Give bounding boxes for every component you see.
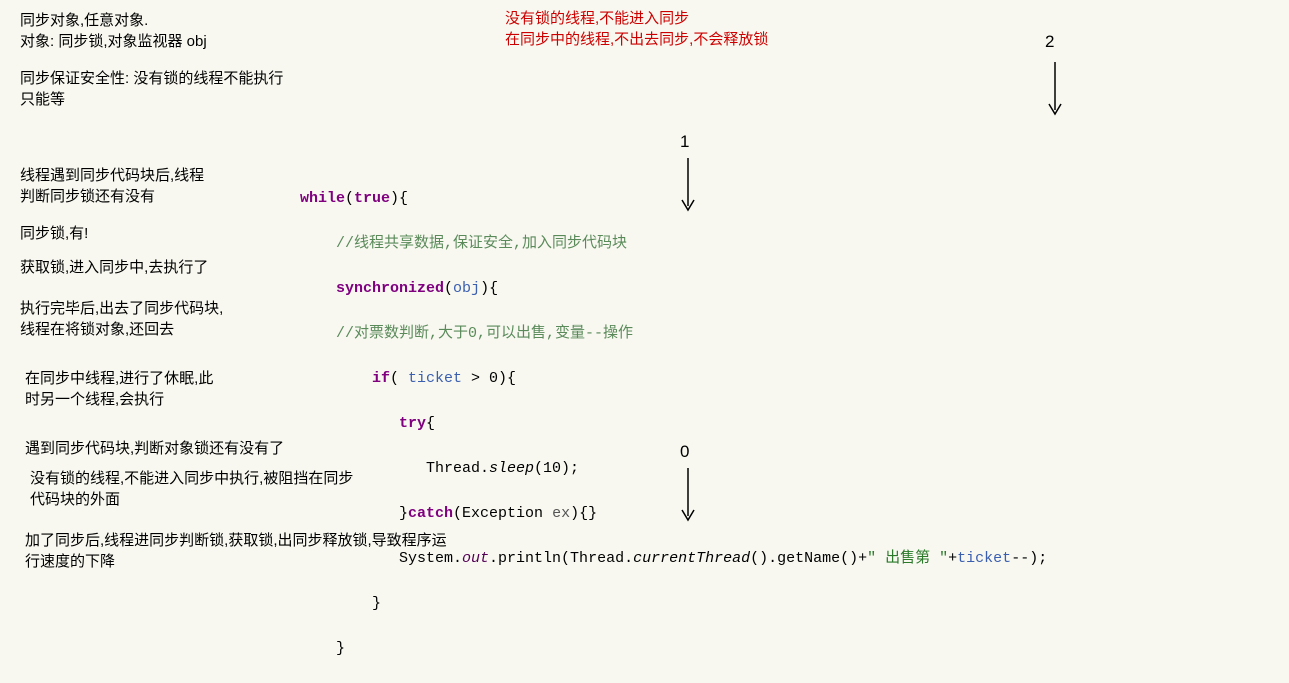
note-line: 遇到同步代码块,判断对象锁还有没有了 (25, 438, 284, 459)
note-line: 同步锁,有! (20, 223, 88, 244)
warning-line: 在同步中的线程,不出去同步,不会释放锁 (505, 29, 768, 50)
code-line: } (300, 638, 1047, 661)
warning-line: 没有锁的线程,不能进入同步 (505, 8, 768, 29)
warning-red-text: 没有锁的线程,不能进入同步 在同步中的线程,不出去同步,不会释放锁 (505, 8, 768, 50)
note-line: 执行完毕后,出去了同步代码块, (20, 298, 223, 319)
note-line: 只能等 (20, 89, 283, 110)
label-thread-1: 1 (680, 130, 689, 154)
note-encounter-check: 遇到同步代码块,判断对象锁还有没有了 (25, 438, 284, 459)
code-line: Thread.sleep(10); (300, 458, 1047, 481)
label-thread-0: 0 (680, 440, 689, 464)
code-line: if( ticket > 0){ (300, 368, 1047, 391)
arrow-down-icon (1045, 62, 1065, 117)
note-encounter-sync: 线程遇到同步代码块后,线程 判断同步锁还有没有 (20, 165, 204, 207)
note-line: 同步保证安全性: 没有锁的线程不能执行 (20, 68, 283, 89)
code-comment: //对票数判断,大于0,可以出售,变量--操作 (300, 323, 1047, 346)
note-line: 在同步中线程,进行了休眠,此 (25, 368, 213, 389)
note-line: 线程遇到同步代码块后,线程 (20, 165, 204, 186)
code-line: while(true){ (300, 188, 1047, 211)
code-line: System.out.println(Thread.currentThread(… (300, 548, 1047, 571)
note-sync-object: 同步对象,任意对象. 对象: 同步锁,对象监视器 obj (20, 10, 207, 52)
note-line: 对象: 同步锁,对象监视器 obj (20, 31, 207, 52)
code-line: try{ (300, 413, 1047, 436)
code-snippet: while(true){ //线程共享数据,保证安全,加入同步代码块 synch… (300, 165, 1047, 683)
code-line: } (300, 593, 1047, 616)
note-line: 同步对象,任意对象. (20, 10, 207, 31)
code-comment: //线程共享数据,保证安全,加入同步代码块 (300, 233, 1047, 256)
arrow-down-icon (678, 158, 698, 213)
note-after-exec: 执行完毕后,出去了同步代码块, 线程在将锁对象,还回去 (20, 298, 223, 340)
note-sleep-other: 在同步中线程,进行了休眠,此 时另一个线程,会执行 (25, 368, 213, 410)
note-line: 判断同步锁还有没有 (20, 186, 204, 207)
code-line: synchronized(obj){ (300, 278, 1047, 301)
note-has-lock: 同步锁,有! (20, 223, 88, 244)
code-line: }catch(Exception ex){} (300, 503, 1047, 526)
note-line: 获取锁,进入同步中,去执行了 (20, 257, 208, 278)
note-line: 时另一个线程,会执行 (25, 389, 213, 410)
label-thread-2: 2 (1045, 30, 1054, 54)
arrow-down-icon (678, 468, 698, 523)
note-safety: 同步保证安全性: 没有锁的线程不能执行 只能等 (20, 68, 283, 110)
note-line: 线程在将锁对象,还回去 (20, 319, 223, 340)
note-acquire-lock: 获取锁,进入同步中,去执行了 (20, 257, 208, 278)
